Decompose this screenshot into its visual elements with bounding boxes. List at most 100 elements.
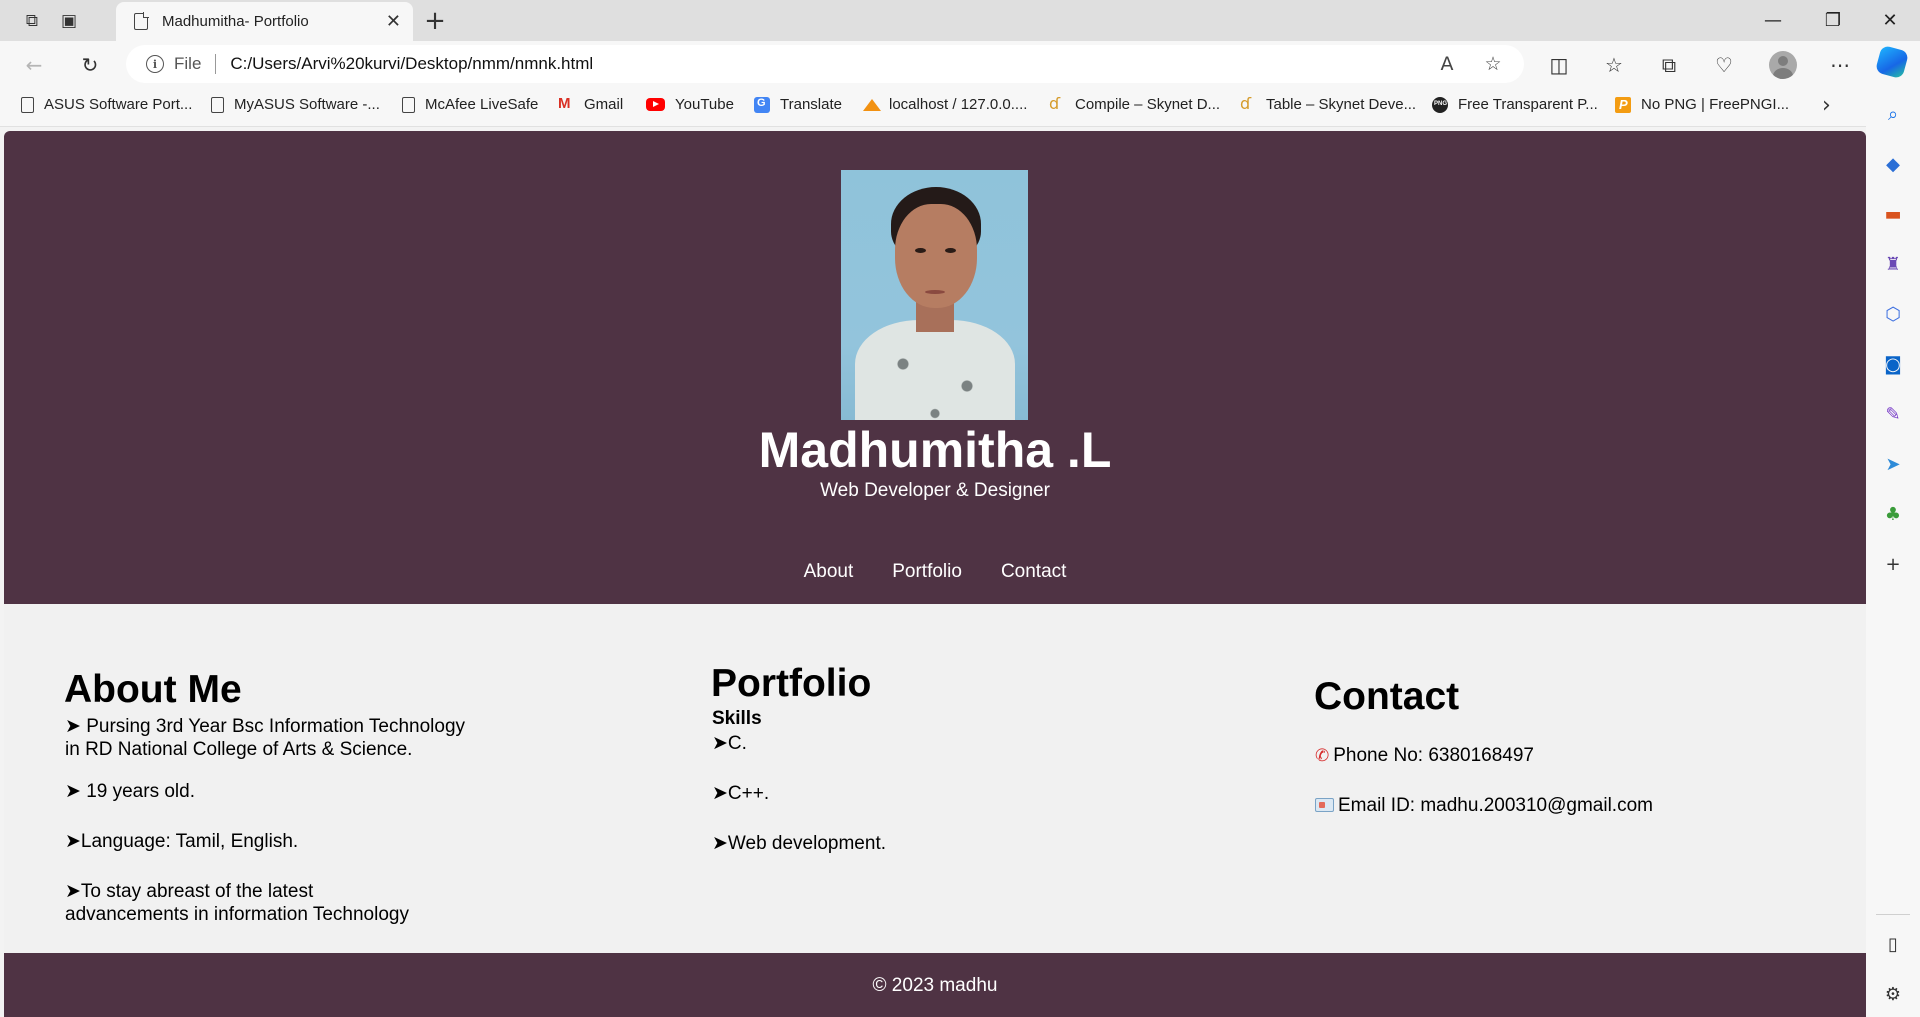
about-line: ➤ 19 years old. (65, 781, 195, 802)
settings-gear-icon[interactable]: ⚙ (1881, 982, 1905, 1006)
collections-icon[interactable]: ⧉ (1652, 48, 1686, 82)
browser-window: ⧉ ▣ Madhumitha- Portfolio ✕ + — ❐ ✕ ← ↻ … (0, 0, 1920, 1017)
bookmark-item[interactable]: Table – Skynet Deve... (1240, 94, 1417, 114)
page-icon (402, 96, 415, 113)
bookmark-item[interactable]: Gmail (558, 95, 624, 114)
tab-active[interactable]: Madhumitha- Portfolio ✕ (116, 2, 413, 41)
translate-icon (754, 96, 770, 113)
bookmarks-bar: ASUS Software Port... MyASUS Software -.… (0, 87, 1920, 127)
about-line: ➤Language: Tamil, English. (65, 831, 299, 852)
back-button[interactable]: ← (17, 48, 51, 82)
bookmark-label: MyASUS Software -... (234, 96, 380, 113)
site-header: Madhumitha .L Web Developer & Designer A… (4, 131, 1866, 604)
page-favicon-icon (134, 12, 149, 30)
contact-phone: ✆ Phone No: 6380168497 (1315, 744, 1534, 768)
bookmark-label: Compile – Skynet D... (1075, 96, 1221, 113)
restore-button[interactable]: ❐ (1803, 0, 1863, 41)
phone-icon: ✆ (1315, 746, 1330, 766)
tab-title: Madhumitha- Portfolio (162, 13, 309, 30)
bookmark-item[interactable]: Compile – Skynet D... (1049, 94, 1221, 114)
site-tagline: Web Developer & Designer (820, 480, 1050, 501)
shopping-icon[interactable]: ◆ (1881, 152, 1905, 176)
gmail-icon (558, 95, 574, 113)
tab-strip: ⧉ ▣ Madhumitha- Portfolio ✕ + — ❐ ✕ (0, 0, 1920, 41)
tab-actions-icon[interactable]: ▣ (52, 6, 86, 36)
bookmark-label: localhost / 127.0.0.... (889, 96, 1028, 113)
address-bar[interactable]: i File C:/Users/Arvi%20kurvi/Desktop/nmm… (126, 45, 1524, 83)
minimize-button[interactable]: — (1743, 0, 1803, 41)
about-line: advancements in information Technology (65, 904, 409, 925)
toolbar: ← ↻ i File C:/Users/Arvi%20kurvi/Desktop… (0, 41, 1920, 87)
bookmark-label: Table – Skynet Deve... (1266, 96, 1417, 113)
page-viewport: Madhumitha .L Web Developer & Designer A… (4, 131, 1866, 1017)
tree-icon[interactable]: ♣ (1881, 502, 1905, 526)
profile-avatar[interactable] (1769, 51, 1797, 79)
read-aloud-icon[interactable]: A (1432, 49, 1462, 79)
png-icon (1432, 96, 1448, 113)
address-divider (215, 54, 217, 74)
page-icon (21, 96, 34, 113)
profile-photo (841, 170, 1028, 420)
phpmyadmin-icon (863, 97, 881, 113)
tools-icon[interactable]: ▬ (1881, 202, 1905, 226)
about-title: About Me (64, 668, 242, 711)
bookmark-item[interactable]: Free Transparent P... (1432, 96, 1598, 113)
contact-title: Contact (1314, 675, 1460, 718)
youtube-icon (646, 98, 665, 111)
info-icon[interactable]: i (146, 55, 164, 73)
bookmark-label: Free Transparent P... (1458, 96, 1598, 113)
site-nav: About Portfolio Contact (4, 559, 1866, 585)
designer-icon[interactable]: ✎ (1881, 402, 1905, 426)
add-icon[interactable]: + (1881, 552, 1905, 576)
contact-email: Email ID: madhu.200310@gmail.com (1315, 794, 1653, 817)
favorite-star-icon[interactable]: ☆ (1478, 49, 1508, 79)
games-icon[interactable]: ♜ (1881, 252, 1905, 276)
split-screen-icon[interactable]: ◫ (1542, 48, 1576, 82)
nav-link-portfolio[interactable]: Portfolio (892, 559, 962, 585)
bookmark-item[interactable]: No PNG | FreePNGI... (1615, 96, 1789, 113)
workspaces-icon[interactable]: ⧉ (15, 6, 49, 36)
skill-item: ➤Web development. (712, 833, 886, 854)
nav-link-contact[interactable]: Contact (1001, 559, 1066, 585)
site-name: Madhumitha .L (758, 422, 1112, 478)
portfolio-title: Portfolio (711, 662, 872, 705)
skills-label: Skills (712, 708, 762, 729)
email-text: Email ID: madhu.200310@gmail.com (1338, 795, 1653, 816)
browser-essentials-icon[interactable]: ♡ (1707, 48, 1741, 82)
more-menu-icon[interactable]: ⋯ (1823, 48, 1857, 82)
phone-text: Phone No: 6380168497 (1333, 745, 1534, 766)
main-content: About Me ➤ Pursing 3rd Year Bsc Informat… (4, 604, 1866, 953)
bookmark-item[interactable]: Translate (754, 96, 842, 113)
chevron-right-icon[interactable]: › (1822, 93, 1831, 118)
id-card-icon (1315, 798, 1334, 812)
about-line: ➤To stay abreast of the latest (65, 881, 314, 902)
microsoft365-icon[interactable]: ⬡ (1881, 302, 1905, 326)
bookmark-item[interactable]: McAfee LiveSafe (402, 96, 538, 113)
close-window-button[interactable]: ✕ (1860, 0, 1920, 41)
bookmark-label: Translate (780, 96, 842, 113)
favorites-icon[interactable]: ☆ (1597, 48, 1631, 82)
about-line: in RD National College of Arts & Science… (65, 739, 413, 760)
outlook-icon[interactable]: ◙ (1881, 352, 1905, 376)
skill-item: ➤C. (712, 733, 747, 754)
send-icon[interactable]: ➤ (1881, 452, 1905, 476)
hide-sidebar-icon[interactable]: ▯ (1881, 932, 1905, 956)
bookmark-item[interactable]: ASUS Software Port... (21, 96, 192, 113)
freepng-icon (1615, 96, 1631, 113)
refresh-button[interactable]: ↻ (73, 48, 107, 82)
search-icon[interactable]: ⌕ (1881, 102, 1905, 126)
site-footer: © 2023 madhu (4, 953, 1866, 1017)
close-tab-icon[interactable]: ✕ (386, 11, 401, 32)
skill-item: ➤C++. (712, 783, 770, 804)
edge-sidebar: ⌕ ◆ ▬ ♜ ⬡ ◙ ✎ ➤ ♣ + ▯ ⚙ (1866, 87, 1920, 1017)
nav-link-about[interactable]: About (804, 559, 854, 585)
bookmark-label: ASUS Software Port... (44, 96, 193, 113)
url-text[interactable]: C:/Users/Arvi%20kurvi/Desktop/nmm/nmnk.h… (230, 54, 1432, 74)
bookmark-label: Gmail (584, 96, 624, 113)
new-tab-button[interactable]: + (418, 4, 452, 38)
sidebar-divider (1876, 914, 1910, 915)
bookmark-item[interactable]: MyASUS Software -... (211, 96, 380, 113)
about-line: ➤ Pursing 3rd Year Bsc Information Techn… (65, 716, 466, 737)
bookmark-item[interactable]: YouTube (646, 96, 734, 113)
bookmark-item[interactable]: localhost / 127.0.0.... (863, 96, 1027, 113)
